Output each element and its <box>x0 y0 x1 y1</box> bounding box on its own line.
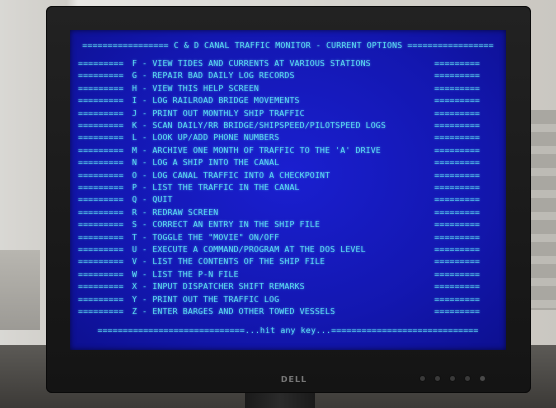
left-border: ========= <box>78 120 124 130</box>
left-border: ========= <box>78 219 124 230</box>
monitor-button[interactable] <box>450 376 455 381</box>
left-border: ========= <box>78 281 124 292</box>
menu-option-label: Q - QUIT <box>132 194 173 205</box>
right-border: ========= <box>434 306 480 316</box>
right-border: ========= <box>434 107 480 118</box>
background-shelf-left <box>0 250 40 330</box>
menu-option-u[interactable]: ========= U - EXECUTE A COMMAND/PROGRAM A… <box>70 243 506 256</box>
left-border: ========= <box>78 169 124 180</box>
menu-option-label: T - TOGGLE THE "MOVIE" ON/OFF <box>132 231 280 242</box>
menu-option-label: Z - ENTER BARGES AND OTHER TOWED VESSELS <box>132 306 336 316</box>
menu-option-z[interactable]: ========= Z - ENTER BARGES AND OTHER TOWE… <box>70 305 506 318</box>
right-border: ========= <box>434 182 480 192</box>
left-border: ========= <box>78 306 124 316</box>
menu-option-label: Y - PRINT OUT THE TRAFFIC LOG <box>132 293 280 304</box>
right-border: ========= <box>434 231 480 242</box>
right-border: ========= <box>434 95 480 106</box>
menu-option-label: P - LIST THE TRAFFIC IN THE CANAL <box>132 182 300 192</box>
menu-option-r[interactable]: ========= R - REDRAW SCREEN ========= <box>70 206 506 219</box>
left-border: ========= <box>78 95 124 106</box>
right-border: ========= <box>434 206 480 217</box>
menu-option-x[interactable]: ========= X - INPUT DISPATCHER SHIFT REMA… <box>70 280 506 293</box>
left-border: ========= <box>78 268 124 279</box>
menu-option-label: F - VIEW TIDES AND CURRENTS AT VARIOUS S… <box>132 58 371 68</box>
menu-option-t[interactable]: ========= T - TOGGLE THE "MOVIE" ON/OFF ==… <box>70 231 506 244</box>
left-border: ========= <box>78 82 124 93</box>
menu-option-s[interactable]: ========= S - CORRECT AN ENTRY IN THE SHI… <box>70 218 506 231</box>
menu-option-m[interactable]: ========= M - ARCHIVE ONE MONTH OF TRAFFI… <box>70 144 506 157</box>
left-border: ========= <box>78 58 124 68</box>
left-border: ========= <box>78 182 124 192</box>
menu-option-label: L - LOOK UP/ADD PHONE NUMBERS <box>132 132 280 143</box>
left-border: ========= <box>78 206 124 217</box>
left-border: ========= <box>78 293 124 304</box>
terminal-screen[interactable]: ================= C & D CANAL TRAFFIC MO… <box>70 30 506 350</box>
menu-option-i[interactable]: ========= I - LOG RAILROAD BRIDGE MOVEMEN… <box>70 94 506 107</box>
right-border: ========= <box>434 219 480 230</box>
menu-option-label: S - CORRECT AN ENTRY IN THE SHIP FILE <box>132 219 320 230</box>
right-border: ========= <box>434 281 480 292</box>
menu-option-label: W - LIST THE P-N FILE <box>132 268 239 279</box>
monitor-button[interactable] <box>420 376 425 381</box>
left-border: ========= <box>78 194 124 205</box>
menu-option-w[interactable]: ========= W - LIST THE P-N FILE ========= <box>70 268 506 281</box>
menu-option-j[interactable]: ========= J - PRINT OUT MONTHLY SHIP TRAF… <box>70 107 506 120</box>
menu-option-label: V - LIST THE CONTENTS OF THE SHIP FILE <box>132 256 326 267</box>
left-border: ========= <box>78 256 124 267</box>
right-border: ========= <box>434 157 480 168</box>
dell-logo: DELL <box>280 375 308 384</box>
right-border: ========= <box>434 120 480 130</box>
right-border: ========= <box>434 293 480 304</box>
left-border: ========= <box>78 132 124 143</box>
menu-option-v[interactable]: ========= V - LIST THE CONTENTS OF THE SH… <box>70 255 506 268</box>
menu-option-k[interactable]: ========= K - SCAN DAILY/RR BRIDGE/SHIPSP… <box>70 119 506 132</box>
menu-option-n[interactable]: ========= N - LOG A SHIP INTO THE CANAL ==… <box>70 156 506 169</box>
right-border: ========= <box>434 169 480 180</box>
right-border: ========= <box>434 58 480 68</box>
menu-option-label: G - REPAIR BAD DAILY LOG RECORDS <box>132 70 295 81</box>
menu-option-p[interactable]: ========= P - LIST THE TRAFFIC IN THE CAN… <box>70 181 506 194</box>
menu-title: ================= C & D CANAL TRAFFIC MO… <box>82 40 494 50</box>
right-border: ========= <box>434 244 480 254</box>
right-border: ========= <box>434 268 480 279</box>
right-border: ========= <box>434 82 480 93</box>
menu-option-label: J - PRINT OUT MONTHLY SHIP TRAFFIC <box>132 107 305 118</box>
menu-option-label: I - LOG RAILROAD BRIDGE MOVEMENTS <box>132 95 300 106</box>
monitor-button[interactable] <box>465 376 470 381</box>
power-button[interactable] <box>480 376 485 381</box>
left-border: ========= <box>78 144 124 155</box>
left-border: ========= <box>78 107 124 118</box>
right-border: ========= <box>434 144 480 155</box>
menu-option-label: O - LOG CANAL TRAFFIC INTO A CHECKPOINT <box>132 169 331 180</box>
monitor-button[interactable] <box>435 376 440 381</box>
menu-option-f[interactable]: ========= F - VIEW TIDES AND CURRENTS AT … <box>70 57 506 70</box>
right-border: ========= <box>434 256 480 267</box>
background-shelf-right <box>530 110 556 310</box>
menu-option-l[interactable]: ========= L - LOOK UP/ADD PHONE NUMBERS ==… <box>70 131 506 144</box>
menu-option-h[interactable]: ========= H - VIEW THIS HELP SCREEN ======… <box>70 82 506 95</box>
left-border: ========= <box>78 70 124 81</box>
right-border: ========= <box>434 70 480 81</box>
menu-option-label: X - INPUT DISPATCHER SHIFT REMARKS <box>132 281 305 292</box>
left-border: ========= <box>78 231 124 242</box>
right-border: ========= <box>434 132 480 143</box>
monitor-buttons <box>420 376 510 384</box>
menu-option-label: R - REDRAW SCREEN <box>132 206 219 217</box>
menu-option-y[interactable]: ========= Y - PRINT OUT THE TRAFFIC LOG ==… <box>70 293 506 306</box>
menu-option-label: M - ARCHIVE ONE MONTH OF TRAFFIC TO THE … <box>132 144 381 155</box>
menu-option-q[interactable]: ========= Q - QUIT ========= <box>70 193 506 206</box>
hit-any-key-prompt[interactable]: =============================...hit any … <box>70 324 506 337</box>
menu-option-label: N - LOG A SHIP INTO THE CANAL <box>132 157 280 168</box>
left-border: ========= <box>78 244 124 254</box>
menu-option-label: K - SCAN DAILY/RR BRIDGE/SHIPSPEED/PILOT… <box>132 120 386 130</box>
menu-option-o[interactable]: ========= O - LOG CANAL TRAFFIC INTO A CH… <box>70 169 506 182</box>
menu-option-g[interactable]: ========= G - REPAIR BAD DAILY LOG RECORD… <box>70 69 506 82</box>
menu-option-label: H - VIEW THIS HELP SCREEN <box>132 82 259 93</box>
menu-option-label: U - EXECUTE A COMMAND/PROGRAM AT THE DOS… <box>132 244 366 254</box>
left-border: ========= <box>78 157 124 168</box>
right-border: ========= <box>434 194 480 205</box>
